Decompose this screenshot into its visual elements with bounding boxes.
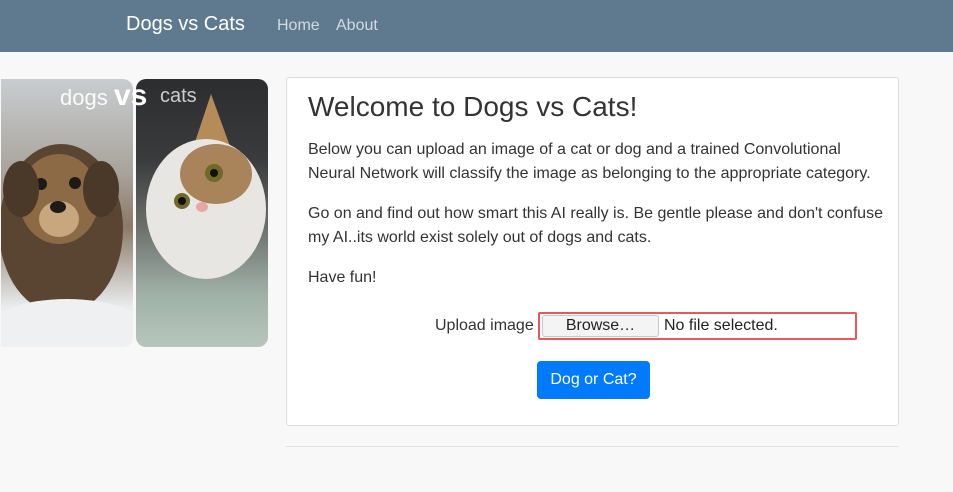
- hero-cats-text: cats: [160, 85, 197, 107]
- file-status-text: No file selected.: [664, 317, 778, 334]
- welcome-card: Welcome to Dogs vs Cats! Below you can u…: [286, 77, 899, 426]
- image-file-input[interactable]: Browse… No file selected.: [538, 312, 857, 340]
- cat-photo: [136, 79, 268, 347]
- page-title: Welcome to Dogs vs Cats!: [308, 91, 638, 122]
- hero-dogs-text: dogs: [60, 85, 108, 110]
- upload-image-label: Upload image: [435, 317, 534, 334]
- dogs-vs-cats-hero-image: dogs vs cats: [0, 79, 269, 349]
- top-navbar: Dogs vs Cats Home About: [0, 0, 953, 52]
- intro-paragraph: Below you can upload an image of a cat o…: [308, 141, 871, 182]
- browse-button[interactable]: Browse…: [542, 315, 659, 337]
- nav-link-about[interactable]: About: [336, 17, 378, 35]
- dog-illustration: [1, 144, 133, 347]
- content-divider: [286, 446, 899, 447]
- hero-vs-text: vs: [114, 79, 148, 112]
- warning-paragraph: Go on and find out how smart this AI rea…: [308, 205, 883, 246]
- brand-link[interactable]: Dogs vs Cats: [126, 13, 245, 36]
- cat-illustration: [146, 94, 266, 279]
- have-fun-paragraph: Have fun!: [308, 269, 377, 286]
- dog-photo: [1, 79, 133, 347]
- nav-link-home[interactable]: Home: [277, 17, 320, 35]
- dog-or-cat-submit-button[interactable]: Dog or Cat?: [537, 361, 650, 399]
